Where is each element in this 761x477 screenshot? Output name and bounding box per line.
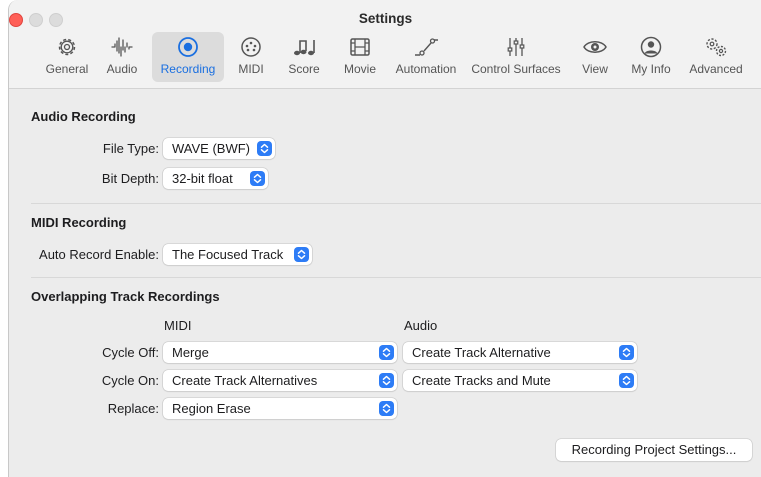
tab-general[interactable]: General [39,32,95,82]
cycle-off-midi-value: Merge [172,345,209,360]
tab-label: Automation [395,62,457,76]
section-divider [31,277,761,278]
replace-midi-popup[interactable]: Region Erase [163,398,397,419]
waveform-icon [111,37,133,57]
person-icon [640,36,662,58]
gears-icon [706,38,727,57]
eye-icon [583,41,607,53]
automation-curve-icon [415,38,438,56]
file-type-value: WAVE (BWF) [172,141,250,156]
cycle-off-audio-value: Create Track Alternative [412,345,551,360]
tab-label: Audio [106,62,138,76]
recording-project-settings-button[interactable]: Recording Project Settings... [556,439,752,461]
overlapping-recordings-heading: Overlapping Track Recordings [31,289,220,304]
audio-recording-heading: Audio Recording [31,109,136,124]
tab-label: General [45,62,89,76]
cycle-on-label: Cycle On: [101,373,159,388]
chevron-updown-icon [257,141,272,156]
chevron-updown-icon [619,373,634,388]
midi-column-header: MIDI [164,318,192,333]
audio-column-header: Audio [404,318,438,333]
cycle-off-audio-popup[interactable]: Create Track Alternative [403,342,637,363]
chevron-updown-icon [250,171,265,186]
tab-label: View [582,62,608,76]
cycle-on-midi-value: Create Track Alternatives [172,373,318,388]
midi-recording-heading: MIDI Recording [31,215,127,230]
window-title: Settings [358,11,413,26]
section-divider [31,203,761,204]
tab-label: Movie [343,62,376,76]
file-type-popup[interactable]: WAVE (BWF) [163,138,275,159]
tab-label: Advanced [689,62,743,76]
bit-depth-value: 32-bit float [172,171,233,186]
chevron-updown-icon [379,373,394,388]
cycle-off-midi-popup[interactable]: Merge [163,342,397,363]
tab-label: Score [288,62,320,76]
tab-recording[interactable]: Recording [152,32,224,82]
chevron-updown-icon [379,401,394,416]
replace-midi-value: Region Erase [172,401,251,416]
record-icon [178,37,198,57]
settings-window: Settings General Audio Recording MIDI Sc… [8,0,761,477]
film-icon [350,38,370,56]
cycle-on-audio-value: Create Tracks and Mute [412,373,551,388]
tab-advanced[interactable]: Advanced [683,32,749,82]
chevron-updown-icon [294,247,309,262]
file-type-label: File Type: [102,141,159,156]
chevron-updown-icon [619,345,634,360]
tab-view[interactable]: View [575,32,615,82]
auto-record-enable-label: Auto Record Enable: [39,247,159,262]
gear-icon [58,38,76,56]
cycle-on-midi-popup[interactable]: Create Track Alternatives [163,370,397,391]
tab-movie[interactable]: Movie [335,32,385,82]
tab-score[interactable]: Score [281,32,327,82]
tab-automation[interactable]: Automation [389,32,463,82]
sliders-icon [507,38,525,56]
tab-audio[interactable]: Audio [97,32,147,82]
tab-control-surfaces[interactable]: Control Surfaces [467,32,565,82]
replace-label: Replace: [107,401,159,416]
recording-settings-panel: Audio Recording File Type: WAVE (BWF) Bi… [9,89,761,477]
tab-label: Recording [160,62,216,76]
bit-depth-popup[interactable]: 32-bit float [163,168,268,189]
tab-label: Control Surfaces [471,62,561,76]
tab-my-info[interactable]: My Info [623,32,679,82]
tab-label: MIDI [238,62,264,76]
tab-label: My Info [631,62,671,76]
toolbar: Settings General Audio Recording MIDI Sc… [9,0,761,89]
cycle-on-audio-popup[interactable]: Create Tracks and Mute [403,370,637,391]
cycle-off-label: Cycle Off: [102,345,159,360]
palette-icon [241,37,261,57]
tab-midi[interactable]: MIDI [229,32,273,82]
bit-depth-label: Bit Depth: [101,171,159,186]
auto-record-enable-popup[interactable]: The Focused Track [163,244,312,265]
auto-record-enable-value: The Focused Track [172,247,284,262]
chevron-updown-icon [379,345,394,360]
music-notes-icon [294,40,315,56]
